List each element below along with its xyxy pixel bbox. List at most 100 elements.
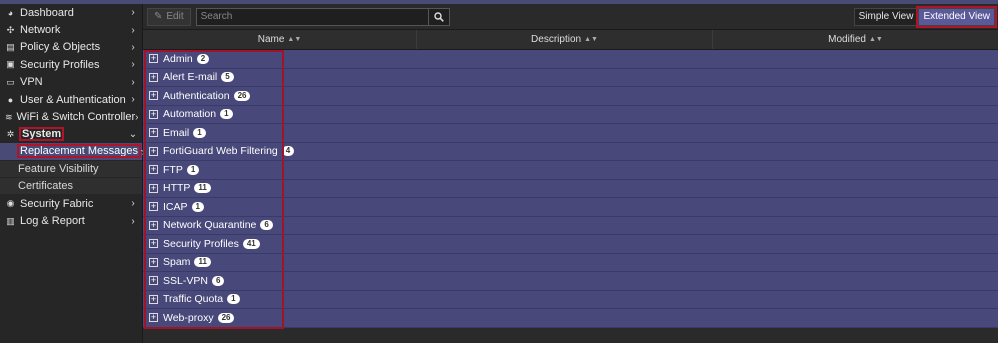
chevron-right-icon: › [131, 76, 135, 88]
sidebar-subitem-feature-visibility[interactable]: Feature Visibility [0, 160, 142, 178]
table-header: Name ▲▼ Description ▲▼ Modified ▲▼ [143, 30, 998, 50]
row-name: Security Profiles [163, 237, 239, 250]
chevron-right-icon: › [131, 198, 135, 210]
view-toggle: Simple View Extended View [853, 5, 997, 28]
policy-icon: ▤ [6, 41, 15, 52]
sidebar-item-text: VPN [20, 76, 43, 89]
sidebar-item-label: VPN [20, 76, 128, 88]
sidebar-item-wifi-switch-controller[interactable]: ≋ WiFi & Switch Controller › [0, 108, 142, 125]
sort-icon: ▲▼ [868, 36, 883, 43]
row-name: Spam [163, 256, 191, 269]
sidebar-subitem-certificates[interactable]: Certificates [0, 177, 142, 196]
expand-icon[interactable]: + [149, 220, 158, 230]
count-badge: 41 [242, 238, 260, 249]
table-row[interactable]: + Email 1 [143, 124, 998, 143]
sidebar-item-text: Log & Report [20, 215, 85, 228]
sidebar-item-text: Network [20, 24, 61, 37]
lock-icon: ▣ [6, 59, 15, 70]
simple-view-button[interactable]: Simple View [853, 7, 919, 26]
table-row[interactable]: + HTTP 11 [143, 179, 998, 198]
sidebar-item-user-authentication[interactable]: ● User & Authentication › [0, 91, 142, 108]
main-panel: ✎ Edit Simple View Extended View Name ▲▼… [143, 4, 998, 343]
column-header-description[interactable]: Description ▲▼ [417, 30, 713, 49]
row-name: Alert E-mail [163, 71, 218, 84]
search-button[interactable] [428, 7, 450, 26]
table-row[interactable]: + Alert E-mail 5 [143, 68, 998, 87]
table-row[interactable]: + FortiGuard Web Filtering 4 [143, 142, 998, 161]
search-input[interactable] [195, 7, 429, 26]
row-name: Automation [163, 108, 217, 121]
count-badge: 1 [220, 109, 233, 120]
count-badge: 26 [233, 90, 251, 101]
expand-icon[interactable]: + [149, 91, 158, 101]
row-name: Authentication [163, 89, 230, 102]
column-header-name[interactable]: Name ▲▼ [143, 30, 417, 49]
table-row[interactable]: + Authentication 26 [143, 87, 998, 106]
column-header-label: Modified [828, 34, 866, 45]
expand-icon[interactable]: + [149, 146, 158, 156]
sidebar-item-security-fabric[interactable]: ◉ Security Fabric › [0, 195, 142, 212]
sidebar-item-label: Dashboard [20, 7, 128, 19]
table-row[interactable]: + ICAP 1 [143, 198, 998, 217]
table-row[interactable]: + Spam 11 [143, 253, 998, 272]
chevron-right-icon: › [131, 59, 135, 71]
sidebar-subitem-text: Certificates [18, 180, 74, 193]
table-row[interactable]: + FTP 1 [143, 161, 998, 180]
sidebar-item-system[interactable]: ✲ System ⌄ [0, 126, 142, 143]
table-row[interactable]: + Web-proxy 26 [143, 309, 998, 328]
expand-icon[interactable]: + [149, 128, 158, 138]
fabric-icon: ◉ [6, 198, 15, 209]
column-header-label: Description [531, 34, 582, 45]
count-badge: 5 [221, 72, 234, 83]
table-row[interactable]: + Admin 2 [143, 50, 998, 69]
count-badge: 1 [193, 127, 206, 138]
row-name: Email [163, 126, 190, 139]
expand-icon[interactable]: + [149, 276, 158, 286]
row-name: SSL-VPN [163, 274, 208, 287]
sidebar-subitem-text: Replacement Messages [16, 144, 142, 159]
edit-button-label: Edit [166, 11, 184, 22]
row-name: Traffic Quota [163, 293, 224, 306]
expand-icon[interactable]: + [149, 183, 158, 193]
sidebar-item-label: System [18, 127, 128, 142]
expand-icon[interactable]: + [149, 239, 158, 249]
count-badge: 26 [217, 312, 235, 323]
expand-icon[interactable]: + [149, 109, 158, 119]
expand-icon[interactable]: + [149, 313, 158, 323]
count-badge: 1 [186, 164, 200, 175]
user-icon: ● [7, 94, 14, 105]
sidebar-item-security-profiles[interactable]: ▣ Security Profiles › [0, 56, 142, 73]
chevron-right-icon: › [131, 94, 135, 106]
table-row[interactable]: + Security Profiles 41 [143, 235, 998, 254]
table-row[interactable]: + Automation 1 [143, 105, 998, 124]
extended-view-button[interactable]: Extended View [916, 5, 997, 28]
expand-icon[interactable]: + [149, 202, 158, 212]
expand-icon[interactable]: + [149, 54, 158, 64]
sidebar-item-dashboard[interactable]: ◕ Dashboard › [0, 4, 142, 21]
report-icon: ▥ [6, 215, 15, 226]
sidebar-item-label: User & Authentication [20, 94, 128, 106]
table-row[interactable]: + Network Quarantine 6 [143, 216, 998, 235]
sidebar-subitem-replacement-messages[interactable]: Replacement Messages☆ [0, 143, 150, 161]
chevron-right-icon: › [131, 215, 135, 227]
sidebar-item-policy-objects[interactable]: ▤ Policy & Objects › [0, 39, 142, 56]
expand-icon[interactable]: + [149, 257, 158, 267]
count-badge: 6 [211, 275, 225, 286]
column-header-label: Name [257, 34, 285, 45]
pencil-icon: ✎ [154, 11, 163, 22]
expand-icon[interactable]: + [149, 72, 158, 82]
sidebar-subitem-text: Feature Visibility [18, 162, 99, 175]
column-header-modified[interactable]: Modified ▲▼ [713, 30, 998, 49]
table-row[interactable]: + SSL-VPN 6 [143, 272, 998, 291]
sidebar-subitem-label: Certificates [18, 180, 142, 192]
table-row[interactable]: + Traffic Quota 1 [143, 290, 998, 309]
sidebar-item-network[interactable]: ✣ Network › [0, 21, 142, 38]
sidebar-item-label: WiFi & Switch Controller [17, 111, 136, 123]
expand-icon[interactable]: + [149, 294, 158, 304]
sidebar-item-log-report[interactable]: ▥ Log & Report › [0, 213, 142, 230]
sidebar-item-vpn[interactable]: ▭ VPN › [0, 74, 142, 91]
expand-icon[interactable]: + [149, 165, 158, 175]
dashboard-icon: ◕ [7, 7, 14, 18]
edit-button[interactable]: ✎ Edit [147, 7, 191, 26]
network-icon: ✣ [6, 24, 15, 35]
